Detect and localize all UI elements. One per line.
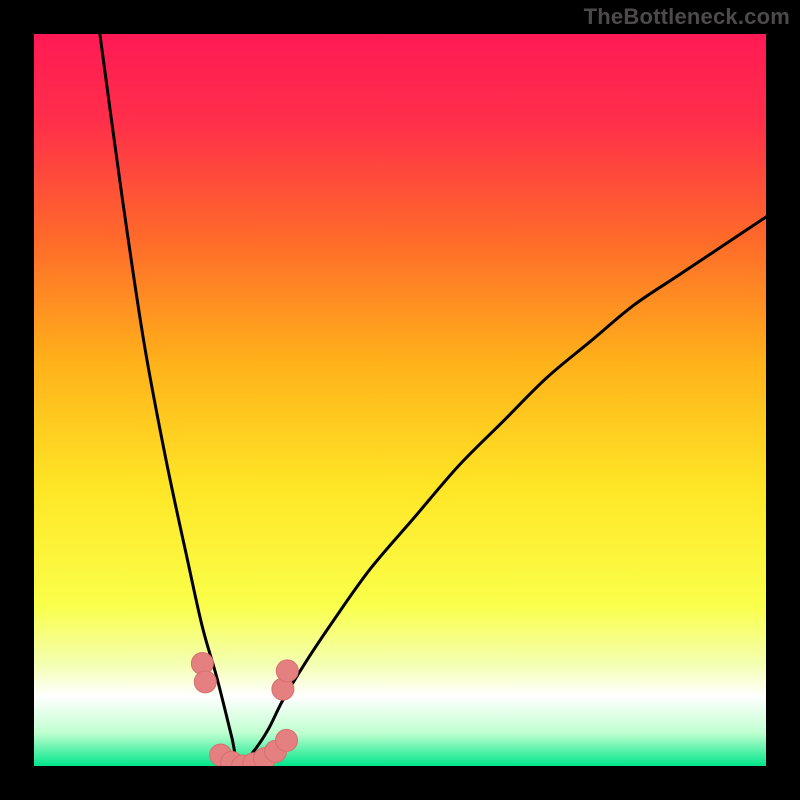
chart-frame: TheBottleneck.com xyxy=(0,0,800,800)
chart-svg xyxy=(34,34,766,766)
data-marker xyxy=(276,729,298,751)
data-marker xyxy=(276,660,298,682)
data-marker xyxy=(194,671,216,693)
attribution-text: TheBottleneck.com xyxy=(584,4,790,30)
gradient-background xyxy=(34,34,766,766)
plot-area xyxy=(34,34,766,766)
